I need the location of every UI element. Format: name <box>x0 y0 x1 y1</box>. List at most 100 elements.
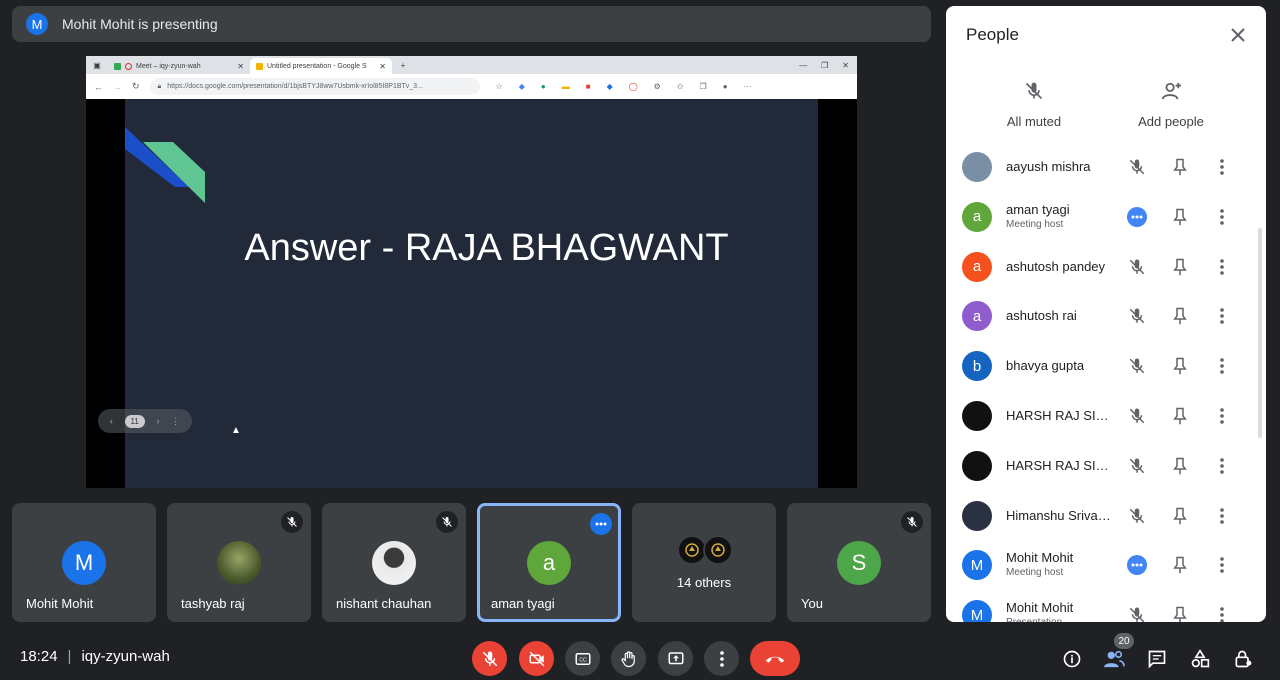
participant-row[interactable]: a aman tyagi Meeting host <box>946 192 1266 242</box>
participant-role: Presentation <box>1006 617 1062 622</box>
mic-off-icon[interactable] <box>1126 505 1148 527</box>
more-vert-icon[interactable] <box>1211 256 1233 278</box>
pin-icon[interactable] <box>1169 305 1191 327</box>
meeting-info-separator: | <box>67 648 72 665</box>
collections-icon: ❒ <box>699 82 707 91</box>
mic-off-icon[interactable] <box>1126 355 1148 377</box>
avatar <box>703 535 733 565</box>
participant-row[interactable]: b bhavya gupta <box>946 341 1266 391</box>
minimize-icon: — <box>799 60 808 70</box>
present-now-button[interactable] <box>658 641 693 676</box>
people-button[interactable] <box>1101 646 1127 672</box>
pin-icon[interactable] <box>1169 505 1191 527</box>
participant-role: Meeting host <box>1006 218 1064 230</box>
svg-text:CC: CC <box>579 657 587 663</box>
more-vert-icon[interactable] <box>1211 554 1233 576</box>
browser-tab-bar: ▣ Meet – iqy-zyun-wah ✕ Untitled present… <box>86 56 857 74</box>
avatar <box>372 541 416 585</box>
leave-call-button[interactable] <box>750 641 800 676</box>
participant-row[interactable]: Himanshu Srivastava <box>946 491 1266 541</box>
participant-row[interactable]: a ashutosh pandey <box>946 242 1266 292</box>
hand-icon <box>620 650 635 667</box>
mute-all-action[interactable]: All muted <box>974 76 1094 129</box>
camera-off-icon <box>529 651 544 666</box>
raise-hand-button[interactable] <box>611 641 646 676</box>
pin-icon[interactable] <box>1169 405 1191 427</box>
present-screen-icon <box>668 651 683 664</box>
others-count-label: 14 others <box>676 575 732 590</box>
participant-tile[interactable]: M Mohit Mohit <box>12 503 156 622</box>
avatar: a <box>962 201 992 232</box>
mic-off-icon[interactable] <box>1126 604 1148 622</box>
participant-tile[interactable]: tashyab raj <box>167 503 311 622</box>
avatar: M <box>962 550 992 581</box>
pin-icon[interactable] <box>1169 256 1191 278</box>
mic-off-icon[interactable] <box>1126 156 1148 178</box>
more-vert-icon[interactable] <box>1211 405 1233 427</box>
pin-icon[interactable] <box>1169 206 1191 228</box>
more-vert-icon[interactable] <box>1211 305 1233 327</box>
host-controls-button[interactable] <box>1230 646 1256 672</box>
participant-tile-active[interactable]: a aman tyagi <box>477 503 621 622</box>
participant-row[interactable]: a ashutosh rai <box>946 291 1266 341</box>
chat-button[interactable] <box>1144 646 1170 672</box>
participant-tile[interactable]: nishant chauhan <box>322 503 466 622</box>
camera-toggle-button[interactable] <box>519 641 554 676</box>
mic-off-icon[interactable] <box>1126 256 1148 278</box>
mic-off-icon[interactable] <box>1126 455 1148 477</box>
extension-icon: ■ <box>585 82 591 91</box>
participant-row[interactable]: aayush mishra <box>946 142 1266 192</box>
participant-row[interactable]: M Mohit MohitPresentation <box>946 590 1266 622</box>
extension-icon: ◆ <box>518 82 525 91</box>
pin-icon[interactable] <box>1169 355 1191 377</box>
presenter-avatar: M <box>26 13 48 35</box>
mic-off-icon <box>901 511 923 533</box>
close-panel-button[interactable] <box>1226 23 1250 47</box>
participant-name: aman tyagi <box>491 596 555 611</box>
participant-row[interactable]: HARSH RAJ SINGH <box>946 441 1266 491</box>
participant-row[interactable]: HARSH RAJ SINGH <box>946 391 1266 441</box>
pin-icon[interactable] <box>1169 455 1191 477</box>
favorite-star-icon: ☆ <box>495 82 503 91</box>
meeting-time: 18:24 <box>20 648 58 665</box>
participant-list: aayush mishra a aman tyagi Meeting host a ash… <box>946 142 1266 622</box>
profile-icon: ● <box>722 82 728 91</box>
lock-person-icon <box>1235 650 1252 668</box>
more-vert-icon[interactable] <box>1211 604 1233 622</box>
others-tile[interactable]: 14 others <box>632 503 776 622</box>
meeting-details-button[interactable] <box>1059 646 1085 672</box>
slide-pager: ‹ 11 › ⋮ <box>98 409 192 433</box>
captions-button[interactable]: CC <box>565 641 600 676</box>
self-tile[interactable]: S You <box>787 503 931 622</box>
browser-tab-slides: Untitled presentation - Google S ✕ <box>250 58 392 74</box>
panel-scrollbar[interactable] <box>1258 228 1262 438</box>
tab-actions-icon: ▣ <box>93 60 101 70</box>
activities-button[interactable] <box>1187 646 1213 672</box>
meet-window: M Mohit Mohit is presenting ▣ Meet – iqy… <box>0 0 1280 680</box>
more-vert-icon[interactable] <box>1211 156 1233 178</box>
browser-address-bar: ← → ↻ 🔒︎ https://docs.google.com/present… <box>86 74 857 99</box>
more-vert-icon[interactable] <box>1211 206 1233 228</box>
reload-icon: ↻ <box>132 81 140 91</box>
pin-icon[interactable] <box>1169 604 1191 622</box>
mic-off-icon[interactable] <box>1126 305 1148 327</box>
pin-icon[interactable] <box>1169 156 1191 178</box>
new-tab-icon: + <box>400 60 406 70</box>
meet-favicon-icon <box>114 62 121 70</box>
mic-off-icon[interactable] <box>1126 405 1148 427</box>
avatar <box>962 400 992 431</box>
add-people-action[interactable]: Add people <box>1111 76 1231 129</box>
participant-row[interactable]: M Mohit Mohit Meeting host <box>946 540 1266 590</box>
more-vert-icon[interactable] <box>1211 355 1233 377</box>
more-options-icon[interactable] <box>590 513 612 535</box>
more-vert-icon[interactable] <box>1211 505 1233 527</box>
more-vert-icon[interactable] <box>1211 455 1233 477</box>
tab-close-icon: ✕ <box>237 61 244 71</box>
more-options-button[interactable] <box>704 641 739 676</box>
browser-tab-label: Untitled presentation - Google S <box>267 62 367 70</box>
meeting-code: iqy-zyun-wah <box>81 648 170 665</box>
mic-toggle-button[interactable] <box>472 641 507 676</box>
others-avatars <box>677 535 733 565</box>
pin-icon[interactable] <box>1169 554 1191 576</box>
slide-decoration-icon <box>125 127 205 203</box>
